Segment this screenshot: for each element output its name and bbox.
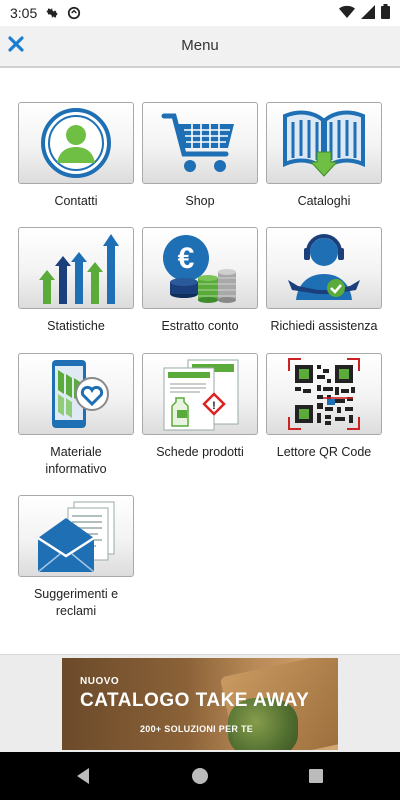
status-bar: 3:05 bbox=[0, 0, 400, 26]
menu-item-estratto-conto[interactable]: € Estratto conto bbox=[142, 227, 258, 335]
svg-text:€: € bbox=[178, 242, 195, 275]
contact-person-icon bbox=[41, 108, 111, 178]
banner-line2: CATALOGO TAKE AWAY bbox=[80, 690, 310, 711]
menu-label-schede-prodotti: Schede prodotti bbox=[156, 445, 244, 459]
menu-item-richiedi-assistenza[interactable]: Richiedi assistenza bbox=[266, 227, 382, 335]
signal-icon bbox=[361, 4, 375, 24]
settings-gear-icon bbox=[45, 6, 59, 20]
menu-label-cataloghi: Cataloghi bbox=[297, 194, 351, 208]
info-material-phone-icon bbox=[52, 360, 109, 428]
menu-item-contatti[interactable]: Contatti bbox=[18, 102, 134, 210]
promo-banner[interactable]: NUOVO CATALOGO TAKE AWAY 200+ SOLUZIONI … bbox=[62, 658, 338, 750]
banner-line1: NUOVO bbox=[80, 676, 120, 687]
menu-item-lettore-qr[interactable]: Lettore QR Code bbox=[266, 353, 382, 461]
menu-label-contatti: Contatti bbox=[54, 194, 98, 208]
system-nav-bar bbox=[0, 752, 400, 800]
menu-label-richiedi-assistenza: Richiedi assistenza bbox=[270, 319, 378, 333]
recents-icon[interactable] bbox=[306, 766, 326, 786]
support-agent-icon bbox=[288, 234, 360, 300]
sync-icon bbox=[67, 6, 81, 20]
menu-grid: Contatti Shop Cataloghi Statistiche € Es… bbox=[0, 68, 400, 654]
menu-item-suggerimenti[interactable]: Suggerimenti e reclami bbox=[18, 495, 134, 620]
menu-label-statistiche: Statistiche bbox=[47, 319, 105, 333]
battery-icon bbox=[381, 4, 390, 24]
banner-line3: 200+ SOLUZIONI PER TE bbox=[140, 724, 254, 734]
wifi-icon bbox=[339, 5, 355, 24]
status-time: 3:05 bbox=[10, 5, 38, 21]
menu-item-materiale-informativo[interactable]: Materiale informativo bbox=[18, 353, 134, 478]
menu-label-estratto-conto: Estratto conto bbox=[161, 319, 239, 333]
svg-text:!: ! bbox=[212, 400, 216, 412]
menu-label-materiale-informativo: Materiale informativo bbox=[45, 445, 107, 476]
catalog-book-icon bbox=[283, 110, 365, 177]
menu-item-schede-prodotti[interactable]: ! Schede prodotti bbox=[142, 353, 258, 461]
page-title: Menu bbox=[181, 37, 219, 54]
product-sheet-icon: ! bbox=[163, 359, 239, 431]
menu-item-shop[interactable]: Shop bbox=[142, 102, 258, 210]
back-icon[interactable] bbox=[73, 766, 93, 786]
menu-label-lettore-qr: Lettore QR Code bbox=[276, 445, 372, 459]
menu-label-suggerimenti: Suggerimenti e reclami bbox=[33, 587, 119, 618]
menu-item-cataloghi[interactable]: Cataloghi bbox=[266, 102, 382, 210]
menu-label-shop: Shop bbox=[185, 194, 215, 208]
euro-coins-icon: € bbox=[163, 235, 236, 303]
statistics-chart-icon bbox=[39, 234, 119, 304]
qr-code-icon bbox=[288, 358, 360, 430]
suggestions-envelope-icon bbox=[37, 501, 115, 573]
banner-area: NUOVO CATALOGO TAKE AWAY 200+ SOLUZIONI … bbox=[0, 654, 400, 753]
menu-item-statistiche[interactable]: Statistiche bbox=[18, 227, 134, 335]
app-bar: Menu bbox=[0, 26, 400, 68]
shopping-cart-icon bbox=[161, 113, 234, 172]
home-icon[interactable] bbox=[190, 766, 210, 786]
